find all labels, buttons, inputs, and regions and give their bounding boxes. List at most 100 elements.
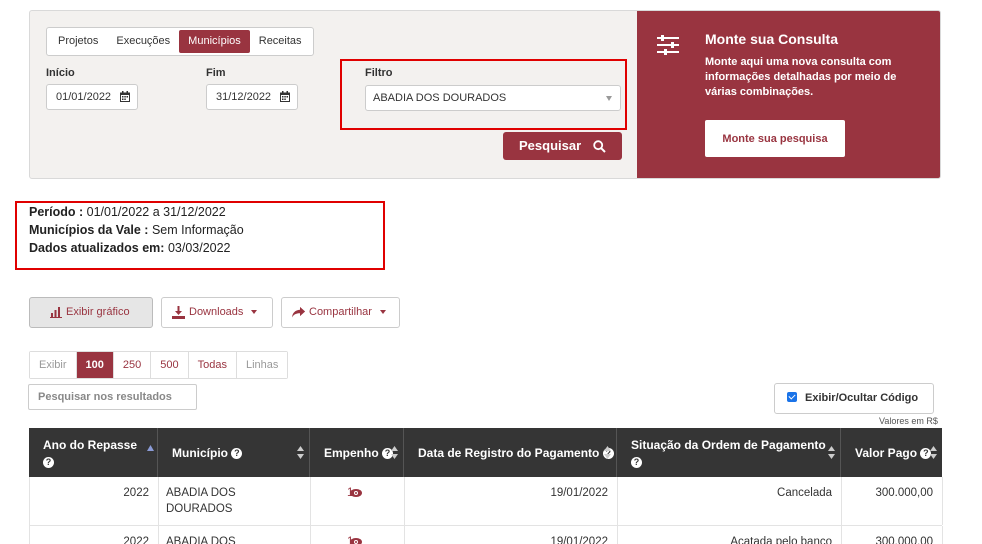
sliders-icon <box>657 35 679 55</box>
promo-text: Monte aqui uma nova consulta com informa… <box>705 56 897 98</box>
data-value: 19/01/2022 <box>550 487 608 499</box>
build-query-button[interactable]: Monte sua pesquisa <box>705 120 845 157</box>
sort-icon[interactable] <box>930 446 937 459</box>
table-header: Ano do Repasse ? Município ? Empenho ? D… <box>29 428 942 477</box>
page-size-250[interactable]: 250 <box>113 352 152 378</box>
promo-title: Monte sua Consulta <box>705 31 839 47</box>
updated-line: Dados atualizados em: 03/03/2022 <box>29 239 244 257</box>
sort-icon[interactable] <box>604 446 611 459</box>
page-size-500[interactable]: 500 <box>151 352 189 378</box>
calendar-icon[interactable] <box>120 91 130 102</box>
col-valor-pago[interactable]: Valor Pago ? <box>841 428 942 477</box>
sort-icon[interactable] <box>297 446 304 459</box>
tab-execucoes[interactable]: Execuções <box>107 30 179 53</box>
calendar-icon[interactable] <box>280 91 290 102</box>
show-chart-button[interactable]: Exibir gráfico <box>29 297 153 328</box>
checkbox-checked-icon[interactable] <box>787 392 797 403</box>
search-button-label: Pesquisar <box>519 138 582 153</box>
help-icon[interactable]: ? <box>631 457 642 469</box>
col-empenho-label: Empenho <box>324 446 379 460</box>
period-value: 01/01/2022 a 31/12/2022 <box>86 205 226 219</box>
municipio-line1: ABADIA DOS <box>166 487 236 499</box>
filter-select[interactable]: ABADIA DOS DOURADOS <box>365 85 621 111</box>
toggle-code-button[interactable]: Exibir/Ocultar Código <box>774 383 934 414</box>
ano-value: 2022 <box>123 487 149 499</box>
col-data-registro[interactable]: Data de Registro do Pagamento ? <box>404 428 617 477</box>
currency-note: Valores em R$ <box>879 416 938 426</box>
tab-bar: Projetos Execuções Municípios Receitas <box>46 27 314 56</box>
sort-icon[interactable] <box>391 446 398 459</box>
col-ano[interactable]: Ano do Repasse ? <box>29 428 158 477</box>
download-icon <box>172 305 185 319</box>
cell-situacao: Cancelada <box>618 477 842 525</box>
help-icon[interactable]: ? <box>231 448 243 460</box>
cell-empenho: 1 <box>311 477 405 525</box>
show-chart-label: Exibir gráfico <box>66 306 130 318</box>
share-label: Compartilhar <box>309 306 372 318</box>
empenho-link[interactable]: 1 <box>347 536 353 544</box>
help-icon[interactable]: ? <box>43 457 54 469</box>
tab-municipios[interactable]: Municípios <box>179 30 250 53</box>
tab-projetos[interactable]: Projetos <box>49 30 107 53</box>
col-empenho[interactable]: Empenho ? <box>310 428 404 477</box>
cell-ano: 2022 <box>30 526 159 544</box>
caret-down-icon <box>606 96 612 101</box>
col-municipio-label: Município <box>172 446 228 460</box>
col-municipio[interactable]: Município ? <box>158 428 310 477</box>
col-valor-pago-label: Valor Pago <box>855 446 918 460</box>
period-label: Período : <box>29 205 84 219</box>
municipios-line: Municípios da Vale : Sem Informação <box>29 221 244 239</box>
col-situacao-label: Situação da Ordem de Pagamento <box>631 438 826 452</box>
search-panel: Projetos Execuções Municípios Receitas I… <box>29 10 941 179</box>
end-date-value: 31/12/2022 <box>216 91 272 103</box>
valor-value: 300.000,00 <box>875 487 933 499</box>
toggle-code-label: Exibir/Ocultar Código <box>805 392 919 404</box>
updated-label: Dados atualizados em: <box>29 241 165 255</box>
cell-municipio: ABADIA DOS DOURADOS <box>159 477 311 525</box>
bar-chart-icon <box>50 306 62 318</box>
ano-value: 2022 <box>123 536 149 544</box>
valor-value: 300.000,00 <box>875 536 933 544</box>
tab-receitas[interactable]: Receitas <box>250 30 311 53</box>
situacao-value: Cancelada <box>777 487 832 499</box>
search-icon <box>593 140 606 153</box>
col-data-registro-label: Data de Registro do Pagamento <box>418 446 600 460</box>
table-row: 2022 ABADIA DOS 1 19/01/2022 Acatada pel… <box>29 526 943 544</box>
cell-municipio: ABADIA DOS <box>159 526 311 544</box>
share-button[interactable]: Compartilhar <box>281 297 400 328</box>
start-label: Início <box>46 67 75 79</box>
start-date-field[interactable]: 01/01/2022 <box>46 84 138 110</box>
empenho-link[interactable]: 1 <box>347 487 353 499</box>
query-info: Período : 01/01/2022 a 31/12/2022 Municí… <box>29 203 244 257</box>
page-size-100[interactable]: 100 <box>76 352 114 378</box>
share-icon <box>292 306 305 318</box>
cell-valor: 300.000,00 <box>842 477 943 525</box>
downloads-button[interactable]: Downloads <box>161 297 273 328</box>
situacao-value: Acatada pelo banco <box>730 536 832 544</box>
downloads-label: Downloads <box>189 306 244 318</box>
cell-valor: 300.000,00 <box>842 526 943 544</box>
promo-panel: Monte sua Consulta Monte aqui uma nova c… <box>637 11 940 178</box>
results-search-input[interactable] <box>28 384 197 410</box>
search-button[interactable]: Pesquisar <box>503 132 622 160</box>
cell-ano: 2022 <box>30 477 159 525</box>
end-date-field[interactable]: 31/12/2022 <box>206 84 298 110</box>
col-ano-label: Ano do Repasse <box>43 438 138 452</box>
filter-label: Filtro <box>365 67 393 79</box>
end-label: Fim <box>206 67 226 79</box>
cell-empenho: 1 <box>311 526 405 544</box>
page-size-all[interactable]: Todas <box>188 352 237 378</box>
period-line: Período : 01/01/2022 a 31/12/2022 <box>29 203 244 221</box>
municipio-line2: DOURADOS <box>166 503 233 515</box>
lines-label: Linhas <box>236 352 288 378</box>
col-situacao[interactable]: Situação da Ordem de Pagamento ? <box>617 428 841 477</box>
sort-asc-icon[interactable] <box>147 445 154 451</box>
start-date-value: 01/01/2022 <box>56 91 112 103</box>
cell-situacao: Acatada pelo banco <box>618 526 842 544</box>
municipios-label: Municípios da Vale : <box>29 223 149 237</box>
caret-down-icon <box>379 310 386 315</box>
cell-data: 19/01/2022 <box>405 477 618 525</box>
sort-icon[interactable] <box>828 446 835 459</box>
filter-value: ABADIA DOS DOURADOS <box>373 92 507 104</box>
cell-data: 19/01/2022 <box>405 526 618 544</box>
